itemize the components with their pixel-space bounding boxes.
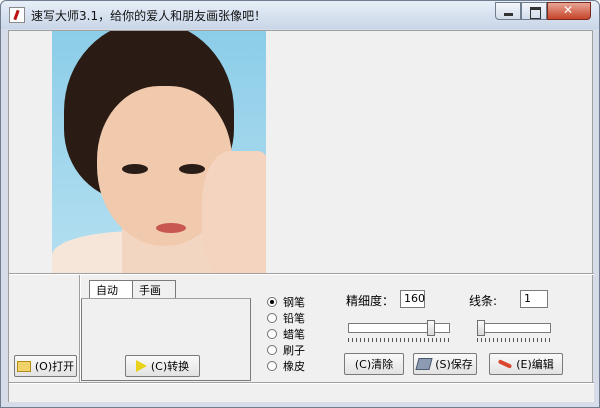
- folder-icon: [16, 360, 31, 372]
- app-icon: [9, 7, 25, 23]
- clear-button[interactable]: (C)清除: [344, 353, 404, 375]
- window-title: 速写大师3.1，给你的爱人和朋友画张像吧！: [31, 9, 267, 23]
- radio-eraser[interactable]: 橡皮: [267, 359, 305, 373]
- pencil-icon: [498, 359, 513, 369]
- fineness-slider-thumb[interactable]: [427, 320, 435, 336]
- radio-pen[interactable]: 钢笔: [267, 295, 305, 309]
- title-bar[interactable]: 速写大师3.1，给你的爱人和朋友画张像吧！: [1, 1, 599, 29]
- fineness-input[interactable]: 160: [400, 290, 425, 308]
- disk-icon: [415, 358, 433, 370]
- radio-brush[interactable]: 刷子: [267, 343, 305, 357]
- minimize-button[interactable]: [495, 2, 521, 20]
- radio-eraser-label: 橡皮: [283, 360, 305, 373]
- convert-button-label: (C)转换: [150, 360, 190, 373]
- line-label: 线条:: [469, 294, 498, 308]
- edit-button-label: (E)编辑: [516, 358, 554, 371]
- clear-button-label: (C)清除: [354, 358, 394, 371]
- radio-crayon-label: 蜡笔: [283, 328, 305, 341]
- fineness-label: 精细度：: [346, 294, 395, 308]
- radio-brush-label: 刷子: [283, 344, 305, 357]
- save-button[interactable]: (S)保存: [413, 353, 477, 375]
- radio-dot: [267, 297, 277, 307]
- maximize-button[interactable]: [521, 2, 547, 20]
- line-slider-thumb[interactable]: [477, 320, 485, 336]
- edit-button[interactable]: (E)编辑: [489, 353, 563, 375]
- radio-pencil[interactable]: 铅笔: [267, 311, 305, 325]
- tab-auto-label: 自动: [96, 284, 118, 297]
- radio-dot: [267, 345, 277, 355]
- radio-crayon[interactable]: 蜡笔: [267, 327, 305, 341]
- convert-button[interactable]: (C)转换: [125, 355, 200, 377]
- line-input[interactable]: 1: [520, 290, 548, 308]
- line-slider[interactable]: [477, 319, 551, 345]
- panel-divider: [9, 273, 594, 275]
- fineness-slider[interactable]: [348, 319, 450, 345]
- radio-dot: [267, 329, 277, 339]
- app-window: 速写大师3.1，给你的爱人和朋友画张像吧！ (O)打开 自动: [0, 0, 600, 408]
- save-button-label: (S)保存: [435, 358, 473, 371]
- client-area: (O)打开 自动 手画 (C)转换 钢笔 铅笔 蜡笔 刷子 橡皮 精细度： 16…: [8, 30, 594, 402]
- close-button[interactable]: [547, 2, 591, 20]
- radio-dot: [267, 313, 277, 323]
- radio-pencil-label: 铅笔: [283, 312, 305, 325]
- radio-pen-label: 钢笔: [283, 296, 305, 309]
- radio-dot: [267, 361, 277, 371]
- open-button[interactable]: (O)打开: [14, 355, 77, 377]
- play-icon: [135, 360, 147, 372]
- tab-auto[interactable]: 自动: [89, 280, 134, 299]
- open-button-label: (O)打开: [34, 360, 75, 373]
- tab-hand[interactable]: 手画: [132, 280, 176, 299]
- tab-hand-label: 手画: [139, 284, 161, 297]
- portrait-image: [52, 31, 266, 274]
- status-bar: [9, 384, 594, 402]
